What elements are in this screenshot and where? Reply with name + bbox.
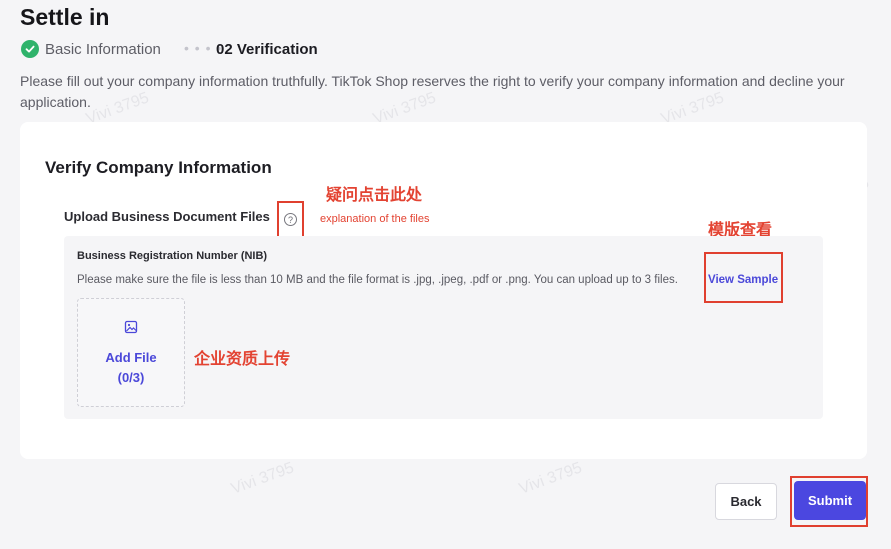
watermark: Vivi 3795 [516,459,585,498]
image-icon [124,320,138,334]
check-circle-icon [21,40,39,58]
annotation-help-cn: 疑问点击此处 [326,187,423,204]
annotation-upload-cn: 企业资质上传 [194,351,291,368]
watermark: Vivi 3795 [228,459,297,498]
step-label: Basic Information [45,40,161,58]
card-title: Verify Company Information [45,158,272,177]
file-count: (0/3) [117,370,145,385]
question-circle-icon[interactable]: ? [284,213,297,226]
upload-label: Upload Business Document Files [64,209,270,224]
submit-button[interactable]: Submit [794,481,866,520]
view-sample-link[interactable]: View Sample [708,274,778,286]
annotation-help-en: explanation of the files [320,213,430,225]
step-basic-information: Basic Information [21,40,161,58]
step-verification: 02 Verification [216,41,318,58]
document-title: Business Registration Number (NIB) [77,250,268,262]
page-title: Settle in [20,4,110,30]
back-button[interactable]: Back [715,483,777,520]
intro-text: Please fill out your company information… [20,73,845,110]
add-file-label: Add File [105,350,157,365]
help-annotation-box: ? [277,201,304,238]
add-file-button[interactable]: Add File (0/3) [84,348,178,388]
document-hint: Please make sure the file is less than 1… [77,274,678,286]
